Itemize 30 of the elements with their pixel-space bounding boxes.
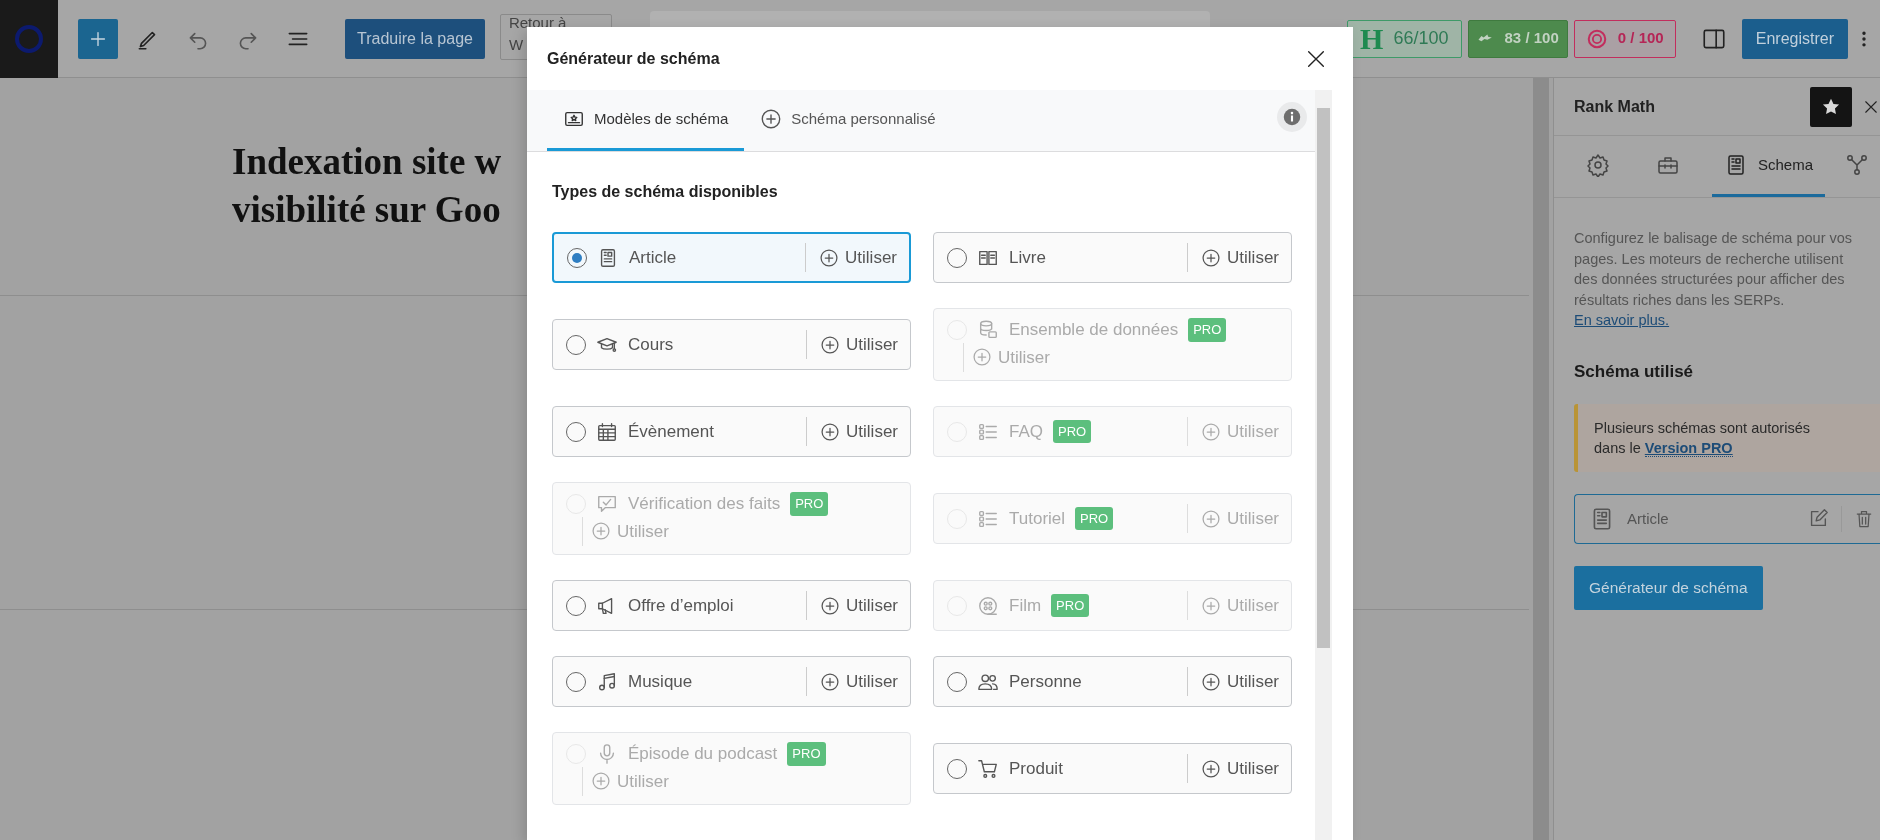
schema-name: Musique (628, 670, 693, 693)
dialog-title: Générateur de schéma (547, 48, 720, 69)
schema-name: Film (1009, 594, 1042, 617)
schema-name: Personne (1009, 670, 1082, 693)
description-paragraph: Configurez le balisage de schéma pour vos pages. Les moteurs de recherche utilisent des données structurées pour afficher des résultats riches dans les SERPs. En savoir plus. (1574, 229, 1854, 330)
pro-badge: PRO (1188, 318, 1227, 342)
pro-badge: PRO (1075, 506, 1114, 531)
schema-name: Livre (1009, 246, 1046, 269)
post-title-line: visibilité sur Goo (232, 188, 501, 232)
section-heading: Schéma utilisé (1574, 360, 1695, 383)
schema-name: Évènement (628, 420, 714, 443)
headline-score-letter: H (1360, 23, 1384, 54)
schema-name: Épisode du podcast (628, 743, 778, 765)
pro-badge: PRO (1051, 593, 1090, 618)
schema-name: Cours (628, 333, 674, 356)
pro-badge: PRO (1053, 419, 1092, 444)
schema-name: Produit (1009, 757, 1063, 780)
schema-name: Vérification des faits (628, 493, 781, 515)
schema-name: Tutoriel (1009, 507, 1066, 530)
section-heading: Types de schéma disponibles (552, 182, 779, 202)
used-schema-name: Article (1627, 508, 1669, 529)
schema-name: Article (629, 246, 677, 269)
schema-name: FAQ (1009, 420, 1043, 443)
post-title-line: Indexation site w (232, 140, 502, 184)
pro-badge: PRO (787, 742, 826, 766)
notice-text: Plusieurs schémas sont autorisés dans le Version PRO (1574, 404, 1880, 472)
schema-name: Ensemble de données (1009, 319, 1179, 341)
sidebar-title: Rank Math (1574, 96, 1655, 117)
pro-badge: PRO (790, 492, 829, 516)
schema-name: Offre d’emploi (628, 594, 734, 617)
